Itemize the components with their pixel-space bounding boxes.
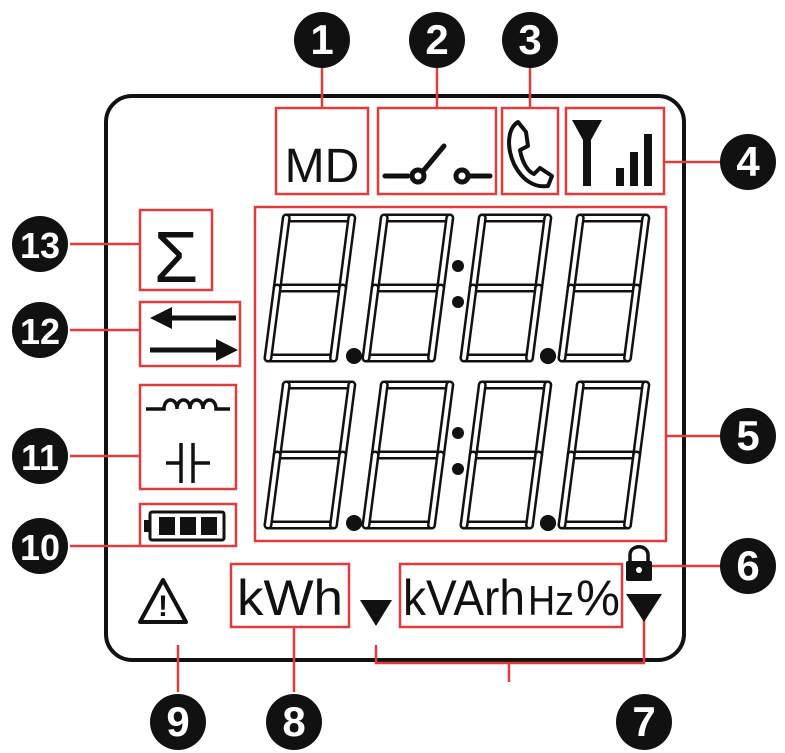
warning-mark: ! (158, 590, 168, 623)
battery-icon (144, 510, 226, 542)
warning-icon: ! (138, 578, 188, 624)
callout-number: 8 (282, 698, 305, 745)
signal-strength-icon (572, 120, 652, 186)
decimal-point (540, 348, 556, 364)
callout-number: 9 (166, 698, 189, 745)
box-digits (253, 205, 668, 543)
sigma-icon: Σ (154, 218, 199, 298)
decimal-point (346, 515, 362, 531)
callout-number: 7 (632, 698, 655, 745)
callout-number: 13 (20, 225, 60, 266)
triangle-down-icon (626, 594, 662, 622)
lock-icon (626, 545, 652, 581)
callout-number: 10 (20, 527, 60, 568)
kwh-unit: kWh (237, 570, 343, 626)
colon-dot (452, 463, 464, 475)
percent-unit: % (576, 570, 620, 626)
colon-dot (452, 260, 464, 272)
inductor-icon (146, 398, 230, 411)
hz-unit: Hz (528, 577, 574, 624)
callout-number: 6 (736, 542, 759, 589)
callout-number: 12 (20, 311, 60, 352)
capacitor-icon (166, 443, 210, 483)
decimal-point (540, 515, 556, 531)
colon-dot (452, 296, 464, 308)
callout-number: 4 (736, 138, 760, 185)
callout-number: 5 (736, 412, 759, 459)
md-indicator: MD (285, 140, 360, 193)
switch-icon (382, 143, 493, 185)
colon-dot (452, 427, 464, 439)
triangle-down-icon (360, 600, 392, 626)
decimal-point (346, 348, 362, 364)
digit-display (263, 213, 651, 531)
callout-number: 2 (425, 16, 448, 63)
kvarh-unit: kVArh (403, 570, 525, 626)
callout-number: 11 (21, 437, 59, 478)
phone-icon (507, 120, 554, 189)
callout-number: 3 (518, 16, 541, 63)
bidirectional-arrows-icon (150, 307, 238, 361)
callout-number: 1 (310, 16, 333, 63)
lcd-diagram: MD Σ ! kWh kVArh Hz % 1 2 34567891011121… (12, 12, 776, 750)
